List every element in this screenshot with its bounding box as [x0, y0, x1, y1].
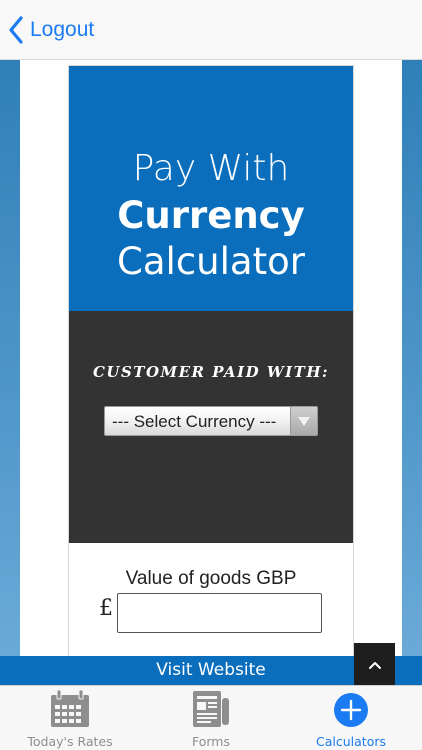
tab-label: Calculators: [316, 734, 386, 749]
customer-paid-with-label: CUSTOMER PAID WITH:: [92, 363, 330, 381]
hero-title-line-2: Currency: [117, 194, 305, 237]
scroll-to-top-button[interactable]: [354, 643, 395, 685]
tab-label: Today's Rates: [27, 734, 113, 749]
currency-select[interactable]: --- Select Currency ---: [104, 406, 318, 436]
hero-title-line-1: Pay With: [132, 148, 290, 189]
tab-bar: Today's Rates Forms Calculators: [0, 685, 422, 750]
value-of-goods-label: Value of goods GBP: [125, 568, 297, 589]
currency-panel: CUSTOMER PAID WITH: --- Select Currency …: [69, 311, 353, 543]
hero-title-line-3: Calculator: [117, 240, 305, 283]
plus-circle-icon: [333, 692, 369, 732]
currency-select-value: --- Select Currency ---: [112, 412, 277, 431]
tab-forms[interactable]: Forms: [141, 686, 281, 750]
logout-button[interactable]: Logout: [8, 14, 94, 46]
logout-label: Logout: [30, 18, 95, 41]
chevron-left-icon: [8, 16, 24, 44]
calculator-hero: Pay With Currency Calculator: [69, 66, 353, 311]
app-screen: Logout Pay With Currency Calculator CUST…: [0, 0, 422, 750]
chevron-up-icon: [368, 655, 382, 674]
currency-calculator: Pay With Currency Calculator CUSTOMER PA…: [68, 65, 354, 656]
pound-symbol: £: [99, 596, 113, 621]
tab-todays-rates[interactable]: Today's Rates: [0, 686, 140, 750]
forms-icon: [191, 690, 231, 732]
calendar-icon: [50, 689, 90, 732]
tab-calculators[interactable]: Calculators: [281, 686, 421, 750]
tab-label: Forms: [191, 734, 230, 749]
dropdown-arrow-icon: [290, 407, 317, 435]
value-of-goods-input[interactable]: [117, 593, 322, 633]
nav-bar: Logout: [0, 0, 422, 60]
